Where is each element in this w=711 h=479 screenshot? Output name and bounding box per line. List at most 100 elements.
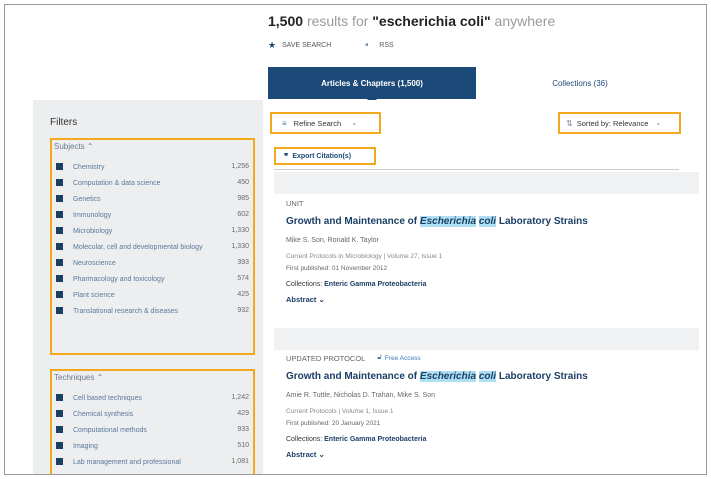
checkbox[interactable] [56,426,63,433]
search-scope: anywhere [494,13,556,29]
techniques-facet: Techniques ⌃ Cell based techniques 1,242 … [50,369,255,474]
checkbox[interactable] [56,163,63,170]
result-title-link[interactable]: Growth and Maintenance of Escherichia co… [286,216,696,227]
facet-item-count: 450 [237,179,249,186]
rss-link[interactable]: ⁿ RSS [365,41,393,50]
checkbox[interactable] [56,259,63,266]
facet-item-count: 1,081 [231,458,249,465]
results-for-text: results for [306,13,369,29]
authors: Amie R. Tuttle, Nicholas D. Trahan, Mike… [286,392,436,399]
filters-title: Filters [50,117,78,128]
facet-item[interactable]: Chemistry 1,256 [52,163,253,172]
save-search-label: SAVE SEARCH [282,42,332,49]
tab-articles-chapters[interactable]: Articles & Chapters (1,500) [268,67,476,104]
title-text: Laboratory Strains [496,371,588,382]
rss-label: RSS [379,42,394,49]
save-search-link[interactable]: ★ SAVE SEARCH [268,41,331,50]
facet-item[interactable]: Plant science 425 [52,291,253,300]
collections-label: Collections: [286,281,323,288]
refine-search-button[interactable]: ≡ Refine Search ⌄ [270,112,381,134]
title-text: Growth and Maintenance of [286,216,420,227]
content-type-label: UNIT [286,198,304,208]
facet-item-label: Cell based techniques [73,395,142,402]
facet-item[interactable]: Molecular, cell and developmental biolog… [52,243,253,252]
facet-item-label: Computational methods [73,427,147,434]
abstract-toggle[interactable]: Abstract ⌄ [286,450,696,459]
facet-item[interactable]: Chemical synthesis 429 [52,410,253,419]
checkbox[interactable] [56,442,63,449]
facet-item[interactable]: Immunology 602 [52,211,253,220]
facet-item[interactable]: Lab management and professional 1,081 [52,458,253,467]
page-frame: 1,500 results for "escherichia coli" any… [4,4,707,475]
facet-item-label: Plant science [73,292,115,299]
checkbox[interactable] [56,243,63,250]
content-type-label: UPDATED PROTOCOL [286,353,366,363]
facet-item-count: 602 [237,211,249,218]
title-text: Growth and Maintenance of [286,371,420,382]
chevron-up-icon: ⌃ [96,373,104,382]
facet-item[interactable]: Computational methods 933 [52,426,253,435]
checkbox[interactable] [56,307,63,314]
export-citations-button[interactable]: ❞ Export Citation(s) [274,147,376,165]
title-text: Laboratory Strains [496,216,588,227]
result-card: UPDATED PROTOCOL 🔓︎ Free Access Growth a… [286,352,696,460]
published-date: First published: 20 January 2021 [286,420,381,427]
result-separator [274,328,699,350]
content-type: UNIT [286,197,696,209]
techniques-facet-header[interactable]: Techniques ⌃ [52,371,253,387]
sort-dropdown[interactable]: ⇅ Sorted by: Relevance ⌄ [558,112,681,134]
tab-collections[interactable]: Collections (36) [476,67,684,99]
checkbox[interactable] [56,394,63,401]
facet-item-count: 1,256 [231,163,249,170]
facet-item[interactable]: Computation & data science 450 [52,179,253,188]
collections-value[interactable]: Enteric Gamma Proteobacteria [324,436,426,443]
rss-icon: ⁿ [365,41,369,50]
checkbox[interactable] [56,275,63,282]
facet-item[interactable]: Translational research & diseases 932 [52,307,253,316]
facet-item[interactable]: Genetics 985 [52,195,253,204]
facet-item-count: 1,242 [231,394,249,401]
checkbox[interactable] [56,227,63,234]
facet-item-count: 985 [237,195,249,202]
facet-item-label: Neuroscience [73,260,116,267]
checkbox[interactable] [56,195,63,202]
published-date: First published: 01 November 2012 [286,265,388,272]
collections-label: Collections: [286,436,323,443]
facet-item-label: Imaging [73,443,98,450]
abstract-toggle[interactable]: Abstract ⌄ [286,295,696,304]
results-main: ≡ Refine Search ⌄ ⇅ Sorted by: Relevance… [268,100,706,474]
results-header: 1,500 results for "escherichia coli" any… [5,5,706,104]
checkbox[interactable] [56,458,63,465]
result-title-link[interactable]: Growth and Maintenance of Escherichia co… [286,371,696,382]
refine-search-label: Refine Search [293,118,342,128]
facet-item-count: 393 [237,259,249,266]
checkbox[interactable] [56,410,63,417]
collections-value[interactable]: Enteric Gamma Proteobacteria [324,281,426,288]
facet-item-label: Genetics [73,196,101,203]
facet-item-label: Microbiology [73,228,113,235]
collections: Collections: Enteric Gamma Proteobacteri… [286,436,696,443]
facet-item[interactable]: Imaging 510 [52,442,253,451]
chevron-down-icon: ⌄ [318,295,325,304]
subjects-facet-label: Subjects [54,142,85,151]
checkbox[interactable] [56,179,63,186]
checkbox[interactable] [56,291,63,298]
content-type: UPDATED PROTOCOL 🔓︎ Free Access [286,352,696,364]
facet-item-label: Chemical synthesis [73,411,134,418]
quote-icon: ❞ [284,151,289,161]
checkbox[interactable] [56,211,63,218]
results-summary: 1,500 results for "escherichia coli" any… [268,13,555,29]
facet-item[interactable]: Pharmacology and toxicology 574 [52,275,253,284]
results-tabs: Articles & Chapters (1,500) Collections … [268,67,684,104]
facet-item[interactable]: Cell based techniques 1,242 [52,394,253,403]
filter-icon: ≡ [282,118,287,128]
subjects-facet-header[interactable]: Subjects ⌃ [52,140,253,156]
publication-meta: Current Protocols | Volume 1, Issue 1 [286,408,394,415]
facet-item-label: Translational research & diseases [73,308,179,315]
facet-item[interactable]: Neuroscience 393 [52,259,253,268]
authors: Mike S. Son, Ronald K. Taylor [286,237,379,244]
facet-item[interactable]: Microbiology 1,330 [52,227,253,236]
chevron-down-icon: ⌄ [318,450,325,459]
subjects-facet: Subjects ⌃ Chemistry 1,256 Computation & … [50,138,255,355]
sort-icon: ⇅ [566,118,573,128]
